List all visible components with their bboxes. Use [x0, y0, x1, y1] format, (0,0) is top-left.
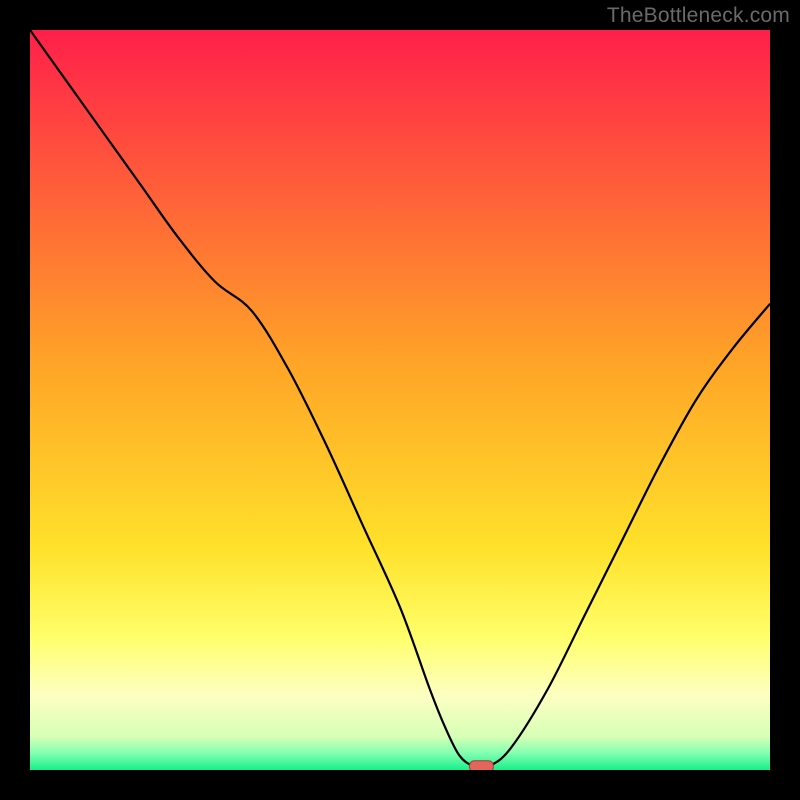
optimal-marker	[469, 761, 493, 770]
watermark-label: TheBottleneck.com	[607, 4, 790, 28]
bottleneck-chart	[30, 30, 770, 770]
chart-frame: TheBottleneck.com	[0, 0, 800, 800]
gradient-backdrop	[30, 30, 770, 770]
